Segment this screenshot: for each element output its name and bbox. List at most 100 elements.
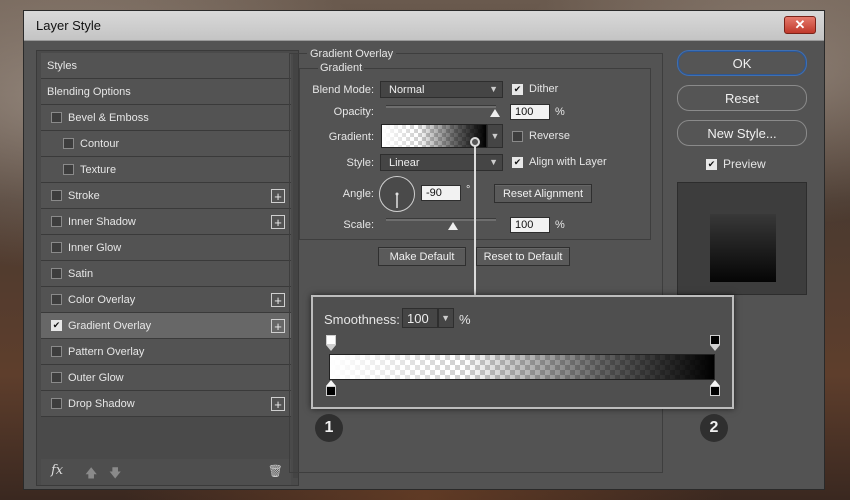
- reverse-checkbox[interactable]: Reverse: [512, 130, 570, 142]
- blend-mode-label: Blend Mode:: [312, 84, 374, 96]
- add-effect-icon[interactable]: +: [271, 189, 285, 203]
- align-with-layer-checkbox[interactable]: ✔ Align with Layer: [512, 156, 607, 168]
- chevron-down-icon: ▼: [489, 84, 498, 94]
- style-item-stroke[interactable]: Stroke +: [41, 183, 291, 209]
- group-title: Gradient Overlay: [307, 48, 397, 60]
- smoothness-input[interactable]: 100: [402, 308, 438, 328]
- scale-slider-thumb[interactable]: [448, 222, 459, 230]
- chevron-down-icon: ▼: [490, 131, 500, 141]
- trash-icon[interactable]: 🗑: [268, 464, 283, 478]
- style-item-drop-shadow[interactable]: Drop Shadow +: [41, 391, 291, 417]
- reset-button[interactable]: Reset: [677, 85, 807, 111]
- style-item-label: Contour: [80, 137, 120, 150]
- color-stop-right[interactable]: [710, 380, 720, 396]
- angle-unit: °: [466, 184, 471, 196]
- preview-checkbox[interactable]: ✔ Preview: [706, 157, 766, 171]
- add-effect-icon[interactable]: +: [271, 319, 285, 333]
- style-item-contour[interactable]: Contour: [41, 131, 291, 157]
- dither-checkbox[interactable]: ✔ Dither: [512, 83, 558, 95]
- style-checkbox[interactable]: [51, 190, 62, 201]
- opacity-input[interactable]: 100: [510, 104, 550, 120]
- smoothness-unit: %: [459, 312, 471, 327]
- styles-footer: fx 🡅 🡇 🗑: [41, 459, 291, 485]
- style-item-gradient-overlay[interactable]: ✔ Gradient Overlay +: [41, 313, 291, 339]
- make-default-button[interactable]: Make Default: [378, 247, 466, 266]
- scale-slider[interactable]: [386, 218, 496, 221]
- gradient-editor-callout: Smoothness: 100 ▼ %: [311, 295, 734, 409]
- style-item-label: Bevel & Emboss: [68, 111, 149, 124]
- style-item-label: Texture: [80, 163, 117, 176]
- style-item-styles[interactable]: Styles: [41, 53, 291, 79]
- align-check-icon: ✔: [512, 156, 523, 168]
- color-stop-left[interactable]: [326, 380, 336, 396]
- style-select[interactable]: Linear ▼: [380, 154, 503, 171]
- fx-menu-button[interactable]: fx: [51, 463, 63, 478]
- angle-dial[interactable]: [379, 176, 415, 212]
- opacity-slider-thumb[interactable]: [490, 109, 500, 117]
- close-icon: ✕: [794, 17, 806, 32]
- style-item-label: Drop Shadow: [68, 397, 135, 410]
- move-down-icon[interactable]: 🡇: [109, 464, 121, 485]
- smoothness-dropdown[interactable]: ▼: [438, 308, 454, 328]
- add-effect-icon[interactable]: +: [271, 397, 285, 411]
- style-checkbox[interactable]: [51, 294, 62, 305]
- style-checkbox[interactable]: [63, 138, 74, 149]
- style-item-label: Satin: [68, 267, 94, 280]
- angle-input[interactable]: -90: [421, 185, 461, 201]
- style-item-label: Inner Glow: [68, 241, 122, 254]
- scale-unit: %: [555, 219, 565, 231]
- style-checkbox[interactable]: [51, 112, 62, 123]
- step-marker-1: 1: [315, 414, 343, 442]
- styles-panel: Styles Blending Options Bevel & Emboss Cont…: [36, 50, 299, 486]
- angle-label: Angle:: [342, 188, 374, 200]
- style-item-bevel-emboss[interactable]: Bevel & Emboss: [41, 105, 291, 131]
- style-item-label: Inner Shadow: [68, 215, 136, 228]
- style-checkbox[interactable]: [51, 372, 62, 383]
- style-value: Linear: [389, 156, 420, 169]
- reset-alignment-button[interactable]: Reset Alignment: [494, 184, 592, 203]
- style-item-inner-shadow[interactable]: Inner Shadow +: [41, 209, 291, 235]
- blend-mode-select[interactable]: Normal ▼: [380, 81, 503, 98]
- style-item-texture[interactable]: Texture: [41, 157, 291, 183]
- chevron-down-icon: ▼: [489, 157, 498, 167]
- style-item-color-overlay[interactable]: Color Overlay +: [41, 287, 291, 313]
- align-with-layer-label: Align with Layer: [529, 156, 607, 168]
- style-checkbox[interactable]: [51, 398, 62, 409]
- gradient-picker-dropdown[interactable]: ▼: [487, 124, 503, 148]
- opacity-stop-left[interactable]: [326, 335, 336, 351]
- new-style-button[interactable]: New Style...: [677, 120, 807, 146]
- style-checkbox[interactable]: ✔: [51, 320, 62, 331]
- style-item-blending-options[interactable]: Blending Options: [41, 79, 291, 105]
- gradient-bar[interactable]: [329, 354, 715, 380]
- opacity-stop-right[interactable]: [710, 335, 720, 351]
- style-item-satin[interactable]: Satin: [41, 261, 291, 287]
- style-item-label: Blending Options: [47, 85, 131, 98]
- style-item-pattern-overlay[interactable]: Pattern Overlay: [41, 339, 291, 365]
- style-checkbox[interactable]: [51, 242, 62, 253]
- styles-list: Styles Blending Options Bevel & Emboss Cont…: [41, 53, 291, 417]
- add-effect-icon[interactable]: +: [271, 215, 285, 229]
- preview-gradient: [710, 214, 776, 282]
- style-item-label: Outer Glow: [68, 371, 124, 384]
- style-checkbox[interactable]: [63, 164, 74, 175]
- add-effect-icon[interactable]: +: [271, 293, 285, 307]
- style-item-inner-glow[interactable]: Inner Glow: [41, 235, 291, 261]
- preview-thumbnail: [677, 182, 807, 295]
- ok-button[interactable]: OK: [677, 50, 807, 76]
- style-label: Style:: [346, 157, 374, 169]
- style-item-outer-glow[interactable]: Outer Glow: [41, 365, 291, 391]
- title-bar: Layer Style: [24, 11, 824, 41]
- style-checkbox[interactable]: [51, 216, 62, 227]
- reverse-check-icon: [512, 130, 523, 142]
- opacity-slider[interactable]: [386, 105, 496, 108]
- reset-to-default-button[interactable]: Reset to Default: [476, 247, 570, 266]
- move-up-icon[interactable]: 🡅: [85, 464, 97, 485]
- style-checkbox[interactable]: [51, 268, 62, 279]
- blend-mode-value: Normal: [389, 83, 425, 96]
- close-button[interactable]: ✕: [784, 16, 816, 34]
- style-item-label: Pattern Overlay: [68, 345, 145, 358]
- scale-input[interactable]: 100: [510, 217, 550, 233]
- preview-check-icon: ✔: [706, 158, 717, 170]
- style-checkbox[interactable]: [51, 346, 62, 357]
- dither-check-icon: ✔: [512, 83, 523, 95]
